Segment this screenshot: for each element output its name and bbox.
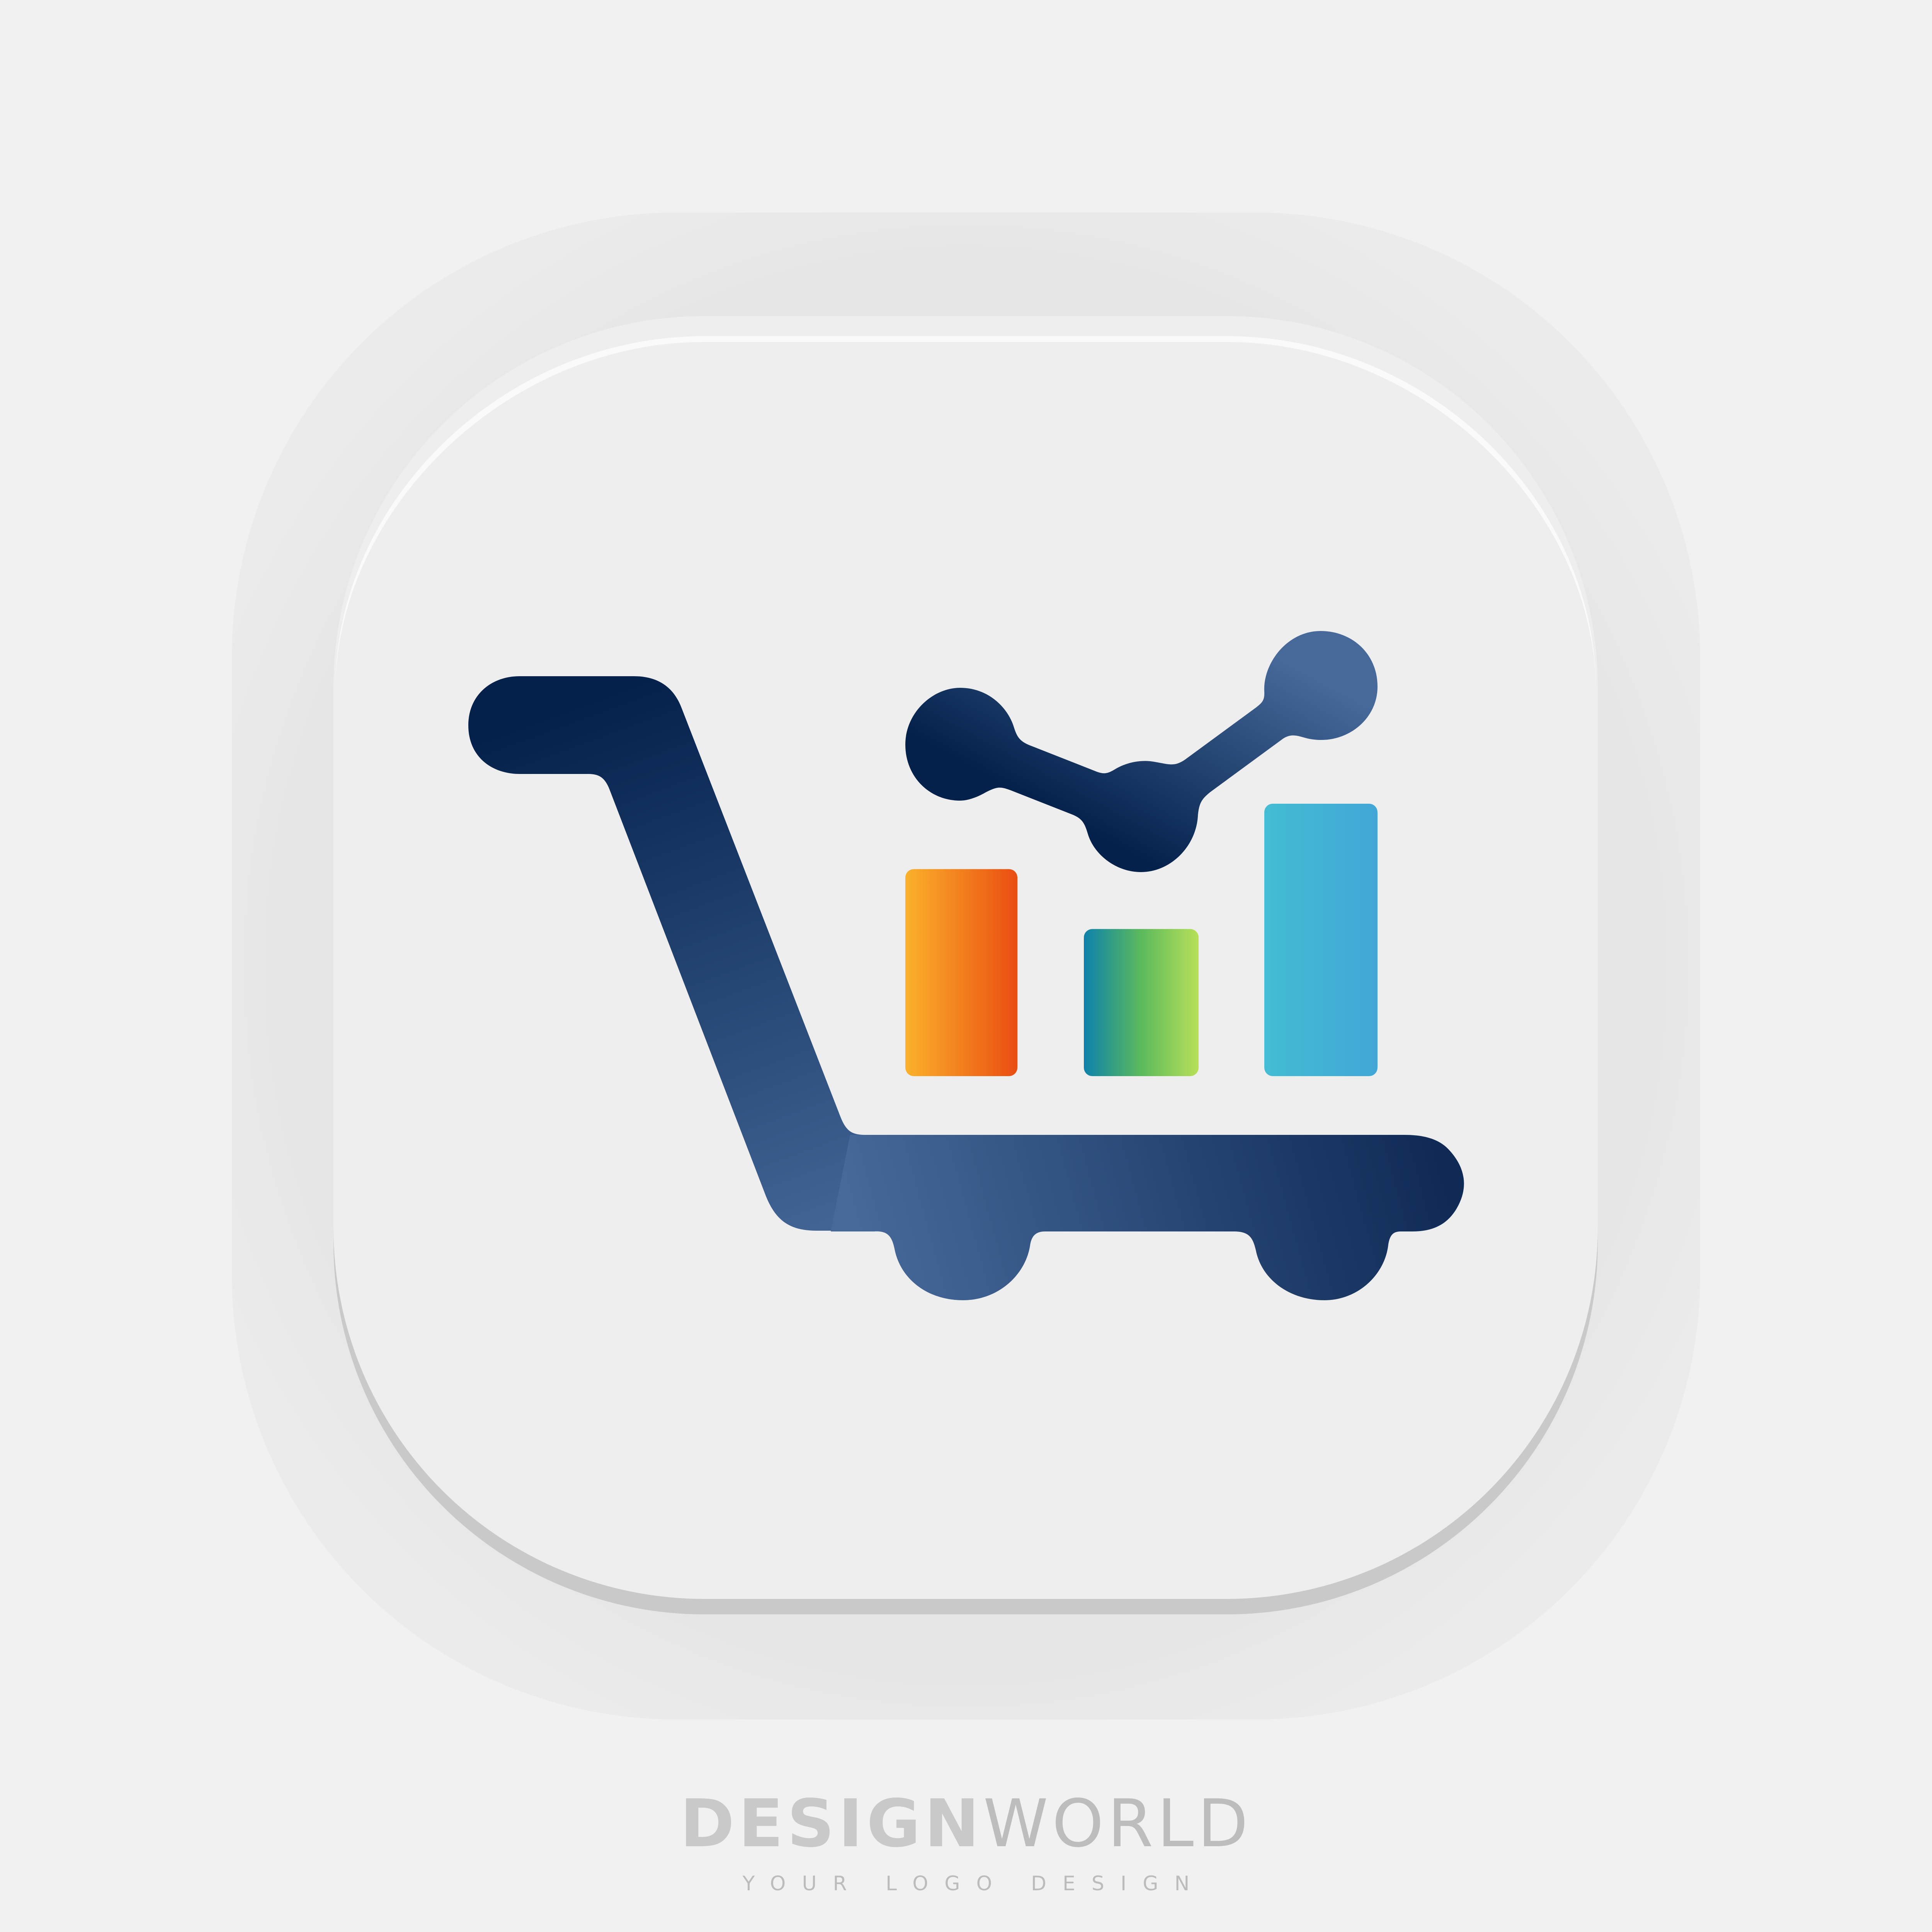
bar-blue xyxy=(1264,804,1378,1076)
app-icon-graphic xyxy=(232,213,1700,1719)
brand-name-light: WORLD xyxy=(983,1786,1252,1862)
bar-green xyxy=(1084,929,1199,1076)
brand-tagline: YOUR LOGO DESIGN xyxy=(742,1872,1206,1895)
brand-name-bold: DESIGN xyxy=(680,1786,983,1862)
logo-canvas: DESIGNWORLD YOUR LOGO DESIGN xyxy=(0,0,1932,1932)
brand-wordmark: DESIGNWORLD xyxy=(0,1789,1932,1859)
bar-orange xyxy=(905,869,1017,1076)
